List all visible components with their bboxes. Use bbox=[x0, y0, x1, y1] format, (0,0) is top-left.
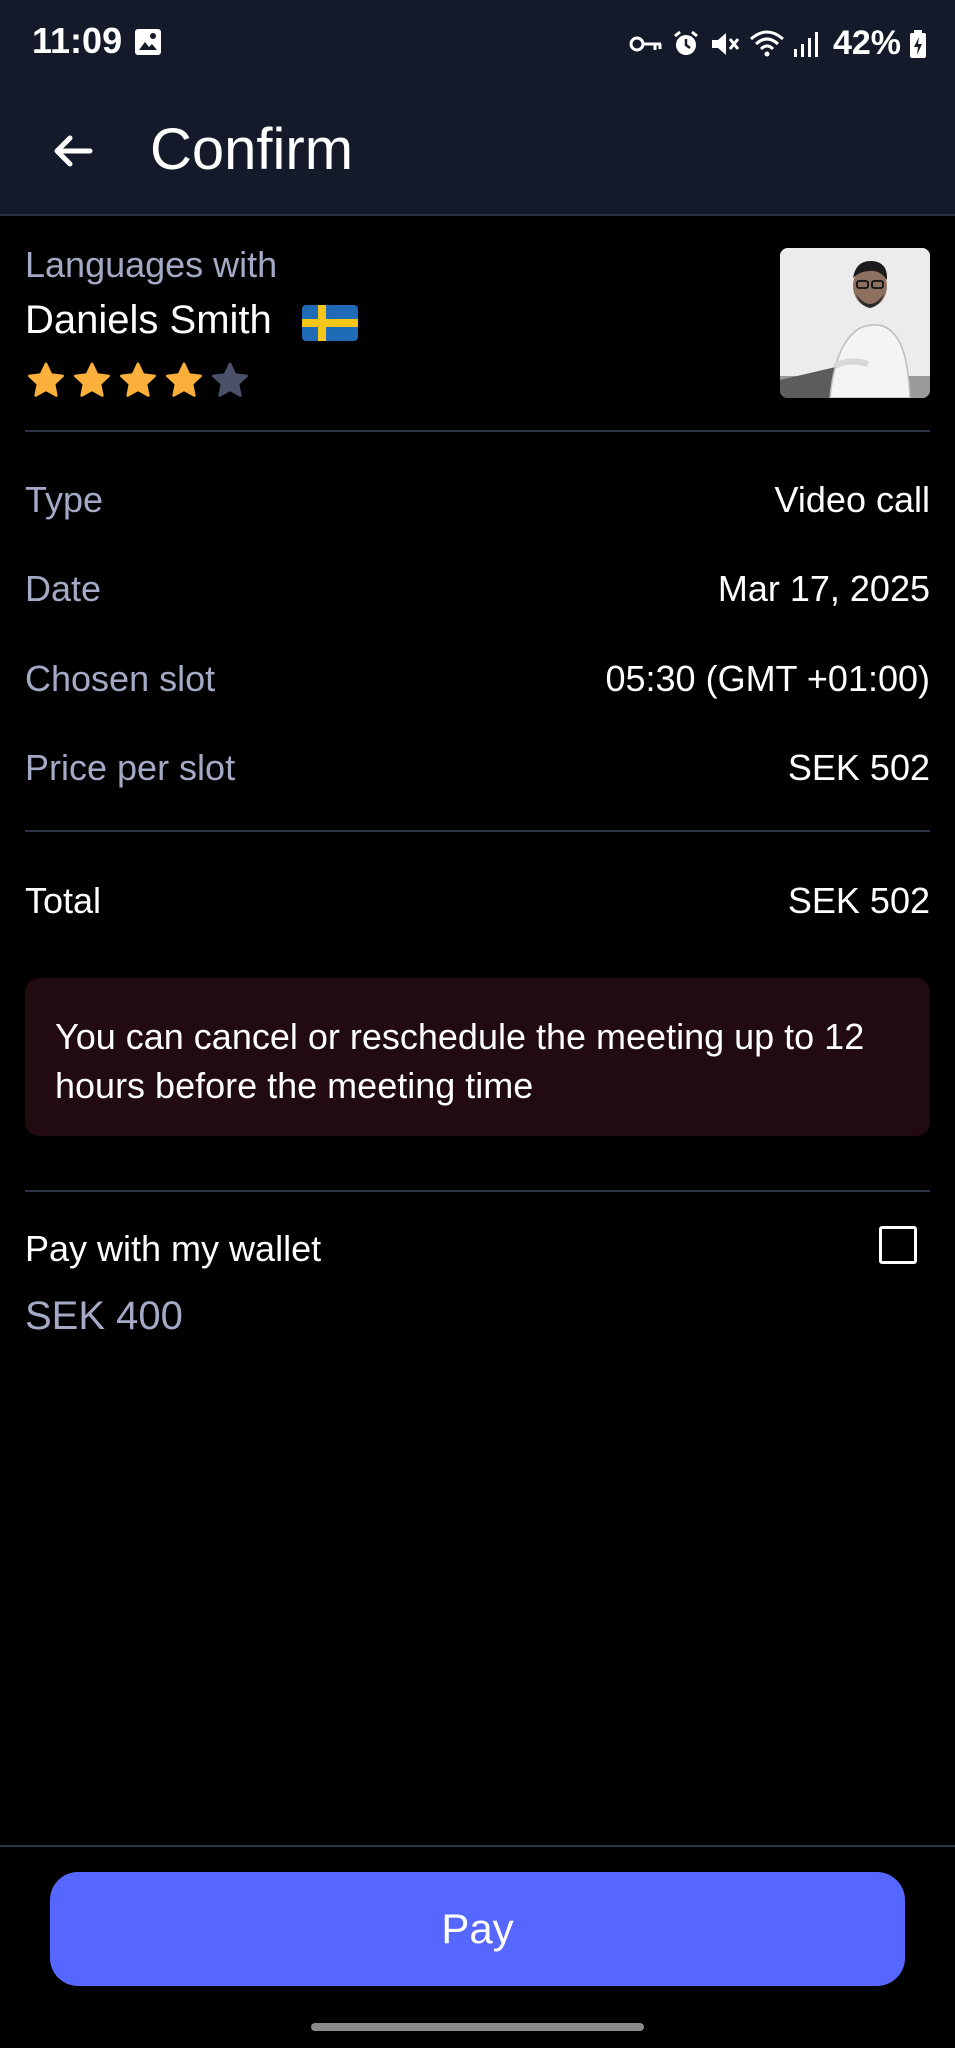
divider bbox=[25, 1190, 930, 1192]
bottom-divider bbox=[0, 1845, 955, 1847]
divider bbox=[25, 830, 930, 832]
battery-icon bbox=[909, 29, 927, 59]
star-filled-icon bbox=[120, 362, 156, 397]
star-filled-icon bbox=[28, 362, 64, 397]
sweden-flag-icon bbox=[302, 305, 358, 341]
wallet-amount: SEK 400 bbox=[25, 1294, 183, 1338]
star-filled-icon bbox=[74, 362, 110, 397]
star-empty-icon bbox=[212, 362, 248, 397]
date-value: Mar 17, 2025 bbox=[717, 568, 930, 609]
mute-icon bbox=[709, 29, 741, 59]
back-arrow-icon[interactable] bbox=[48, 126, 98, 176]
total-label: Total bbox=[25, 880, 102, 921]
cancellation-notice: You can cancel or reschedule the meeting… bbox=[25, 978, 930, 1136]
divider bbox=[25, 430, 930, 432]
page-title: Confirm bbox=[150, 117, 354, 182]
vpn-key-icon bbox=[629, 33, 663, 55]
type-value: Video call bbox=[774, 479, 930, 520]
status-bar: 11:09 42% bbox=[0, 0, 955, 86]
battery-percent: 42% bbox=[832, 24, 901, 62]
signal-icon bbox=[793, 29, 819, 59]
tutor-photo bbox=[780, 248, 930, 398]
gallery-icon bbox=[134, 28, 162, 61]
slot-label: Chosen slot bbox=[25, 658, 216, 699]
total-value: SEK 502 bbox=[787, 880, 930, 921]
status-time: 11:09 bbox=[32, 20, 123, 61]
date-label: Date bbox=[25, 568, 102, 609]
price-value: SEK 502 bbox=[787, 747, 930, 788]
tutor-caption: Languages with bbox=[25, 244, 278, 285]
pay-button[interactable]: Pay bbox=[50, 1872, 905, 1986]
alarm-icon bbox=[671, 29, 701, 59]
type-label: Type bbox=[25, 479, 104, 520]
slot-value: 05:30 (GMT +01:00) bbox=[605, 658, 930, 699]
home-indicator[interactable] bbox=[311, 2023, 644, 2031]
wifi-icon bbox=[749, 29, 785, 59]
star-filled-icon bbox=[166, 362, 202, 397]
tutor-name: Daniels Smith bbox=[25, 298, 272, 342]
app-bar: Confirm bbox=[0, 86, 955, 216]
system-icons: 42% bbox=[629, 24, 927, 63]
notice-text: You can cancel or reschedule the meeting… bbox=[55, 1016, 865, 1106]
rating-stars bbox=[25, 360, 251, 402]
wallet-checkbox[interactable] bbox=[879, 1226, 917, 1264]
wallet-label: Pay with my wallet bbox=[25, 1228, 322, 1269]
price-label: Price per slot bbox=[25, 747, 236, 788]
